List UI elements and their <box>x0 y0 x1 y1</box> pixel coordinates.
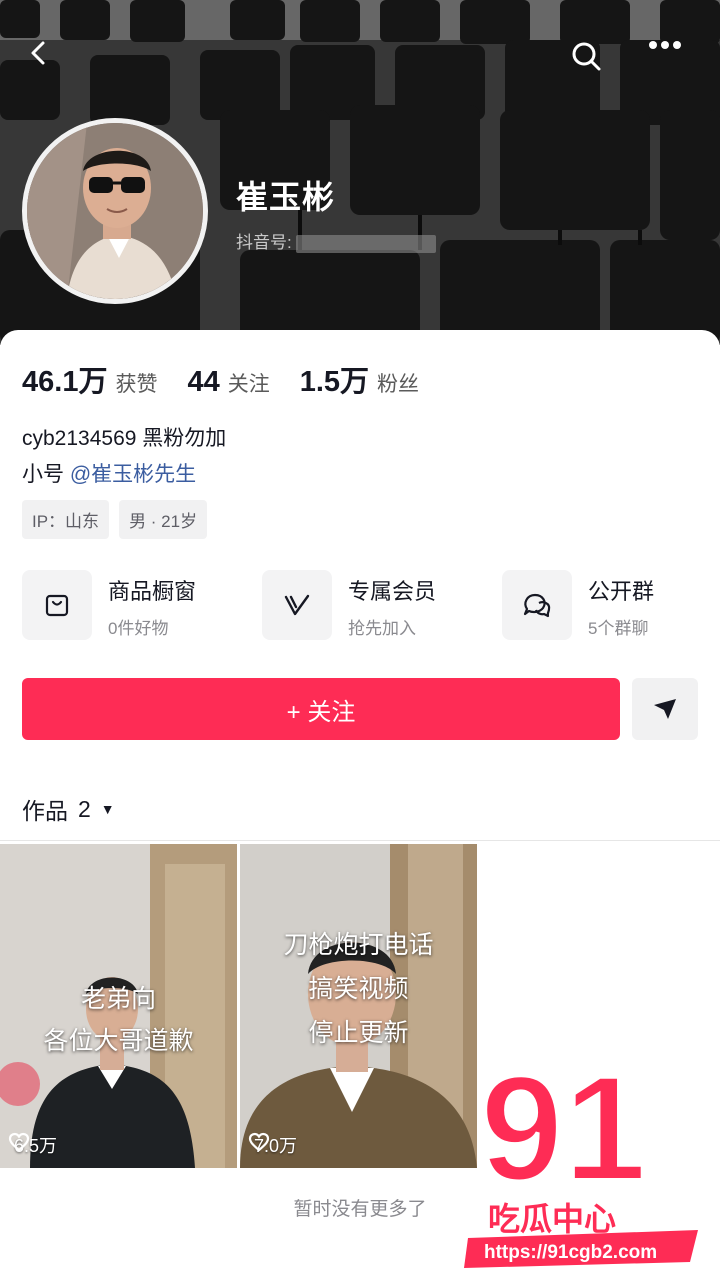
feature-group-title: 公开群 <box>588 579 655 604</box>
heart-icon <box>8 1132 30 1152</box>
group-chat-icon <box>502 570 572 640</box>
profile-tags: IP：山东 男 · 21岁 <box>22 500 217 539</box>
watermark-logo: 91 吃瓜中心 https://91cgb2.com <box>460 1040 710 1270</box>
video-caption-line: 各位大哥道歉 <box>43 1027 194 1055</box>
feature-member-title: 专属会员 <box>348 579 437 604</box>
video-thumbnail[interactable]: 老弟向 各位大哥道歉 6.5万 <box>0 844 237 1168</box>
stats-row: 46.1万 获赞 44 关注 1.5万 粉丝 <box>22 358 449 400</box>
follow-button[interactable]: + 关注 <box>22 678 620 740</box>
feature-shop-sub: 0件好物 <box>108 619 169 638</box>
video-likes: 6.5万 <box>8 1132 57 1158</box>
video-thumbnail[interactable]: 刀枪炮打电话 搞笑视频 停止更新 7.0万 <box>240 844 477 1168</box>
more-options-button[interactable] <box>648 40 692 84</box>
feature-shop-title: 商品橱窗 <box>108 579 197 604</box>
video-caption-line: 停止更新 <box>308 1019 409 1047</box>
share-button[interactable] <box>632 678 698 740</box>
more-dots-icon <box>649 41 681 49</box>
search-button[interactable] <box>570 40 614 84</box>
member-v-icon <box>262 570 332 640</box>
bio-line-2: 小号 @崔玉彬先生 <box>22 458 196 488</box>
profile-name: 崔玉彬 <box>236 179 336 215</box>
stat-followers[interactable]: 1.5万 粉丝 <box>300 358 419 400</box>
stat-followers-value: 1.5万 <box>299 366 370 398</box>
watermark-text: 吃瓜中心 <box>488 1200 616 1238</box>
stat-likes: 46.1万 获赞 <box>22 358 157 400</box>
shop-bag-icon <box>22 570 92 640</box>
video-caption-line: 刀枪炮打电话 <box>283 931 434 959</box>
stat-following[interactable]: 44 关注 <box>187 366 269 399</box>
feature-row: 商品橱窗 0件好物 专属会员 抢先加入 公开群 5个群聊 <box>22 570 702 642</box>
bio-prefix: 小号 <box>22 463 70 486</box>
caret-down-icon: ▼ <box>100 801 115 817</box>
feature-shop-window[interactable]: 商品橱窗 0件好物 <box>22 570 242 642</box>
divider <box>0 840 720 841</box>
works-label: 作品 <box>22 798 68 824</box>
video-caption-line: 搞笑视频 <box>308 975 409 1003</box>
heart-icon <box>248 1132 270 1152</box>
video-caption-line: 老弟向 <box>80 985 156 1013</box>
stat-likes-label: 获赞 <box>115 373 158 396</box>
stat-followers-label: 粉丝 <box>377 373 420 396</box>
back-button[interactable] <box>26 40 70 84</box>
mention-link[interactable]: @崔玉彬先生 <box>70 463 196 486</box>
watermark-url: https://91cgb2.com <box>484 1242 657 1263</box>
video-likes: 7.0万 <box>248 1132 297 1158</box>
send-arrow-icon <box>654 699 676 719</box>
feature-membership[interactable]: 专属会员 抢先加入 <box>262 570 482 642</box>
search-icon <box>572 42 601 71</box>
bio-line-1: cyb2134569 黑粉勿加 <box>22 427 227 450</box>
tag-gender-age: 男 · 21岁 <box>119 500 208 539</box>
watermark-number: 91 <box>480 1044 647 1212</box>
chevron-left-icon <box>31 41 45 65</box>
tag-ip-location: IP：山东 <box>22 500 110 539</box>
avatar-photo <box>27 123 203 299</box>
douyin-id-label: 抖音号: <box>236 233 292 252</box>
avatar[interactable] <box>22 118 208 304</box>
stat-following-value: 44 <box>187 366 220 398</box>
feature-public-group[interactable]: 公开群 5个群聊 <box>502 570 720 642</box>
stat-following-label: 关注 <box>227 373 270 396</box>
douyin-id: 抖音号: <box>236 228 436 253</box>
feature-group-sub: 5个群聊 <box>588 619 649 638</box>
douyin-id-redacted <box>295 234 436 253</box>
works-count: 2 <box>78 795 91 822</box>
profile-cover: 崔玉彬 抖音号: <box>0 0 720 345</box>
feature-member-sub: 抢先加入 <box>348 619 416 638</box>
stat-likes-value: 46.1万 <box>22 366 108 398</box>
tab-works[interactable]: 作品 2 ▼ <box>22 792 115 826</box>
